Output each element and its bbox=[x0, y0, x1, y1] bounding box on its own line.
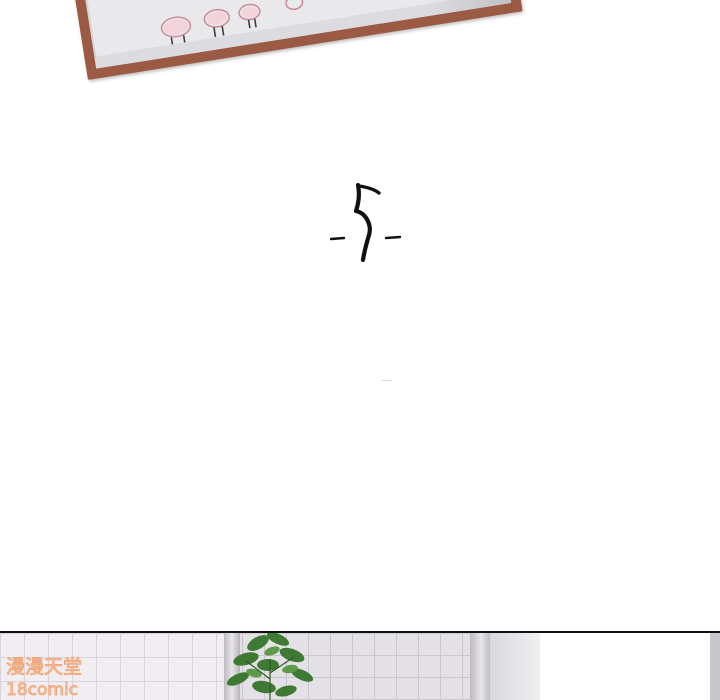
chapter-right-dash bbox=[384, 235, 402, 240]
comic-page: 5 bbox=[0, 0, 720, 700]
chapter-number-mark: 5 bbox=[329, 182, 402, 263]
scene-panel: 漫漫天堂 18comic bbox=[0, 631, 720, 700]
white-wall bbox=[540, 633, 720, 700]
framed-picture bbox=[64, 0, 523, 80]
chapter-digit-five bbox=[353, 182, 372, 263]
door-frame bbox=[470, 633, 492, 700]
wall-post bbox=[710, 633, 720, 700]
chapter-left-dash bbox=[329, 236, 346, 241]
watermark-text: 漫漫天堂 bbox=[6, 656, 82, 678]
doorway bbox=[490, 633, 540, 700]
divider-mark bbox=[382, 380, 392, 381]
watermark-logo: 漫漫天堂 18comic bbox=[6, 656, 83, 699]
watermark-subtext: 18comic bbox=[6, 680, 78, 699]
potted-plant bbox=[226, 633, 314, 700]
